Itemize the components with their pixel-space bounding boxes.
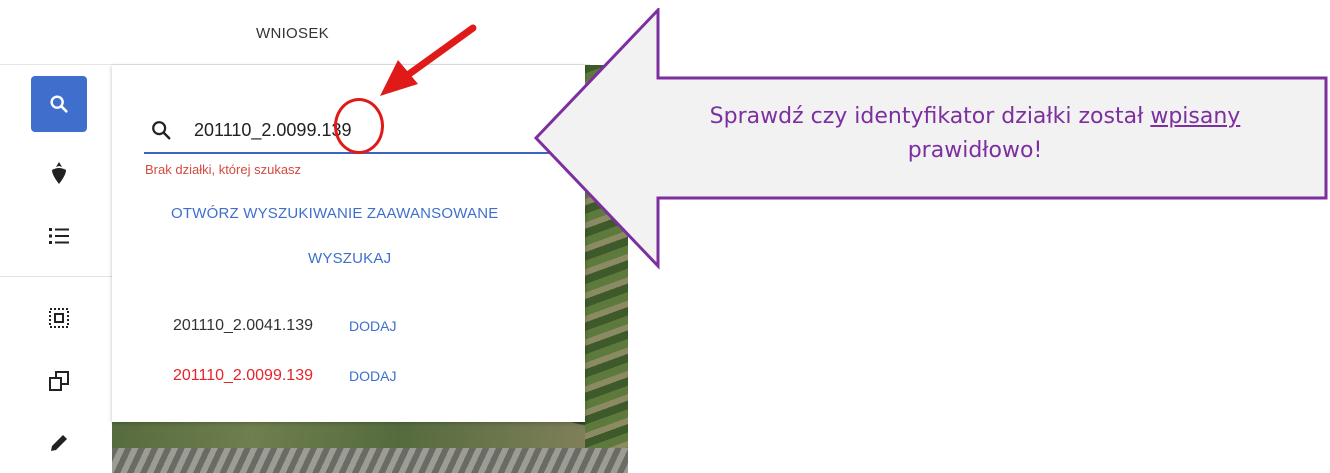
annotation-arrow [380,24,477,96]
select-area-icon [49,308,69,328]
sidebar-list-button[interactable] [31,208,87,264]
sidebar-edit-button[interactable] [31,415,87,471]
add-result-button[interactable]: DODAJ [349,318,396,334]
sidebar-search-button[interactable] [31,76,87,132]
search-icon [50,95,68,113]
sidebar-divider [0,276,112,277]
sidebar-copy-button[interactable] [31,353,87,409]
sidebar-crops-button[interactable] [31,145,87,201]
search-icon [152,121,171,140]
page-title: WNIOSEK [256,25,329,42]
pencil-icon [51,435,67,451]
copy-icon [49,371,69,391]
result-id-highlighted: 201110_2.0099.139 [173,367,313,384]
callout-text-part1: Sprawdź czy identyfikator działki został [709,104,1151,129]
map-bottom-strip[interactable] [112,448,628,473]
callout-text-underlined: wpisany [1150,104,1241,129]
advanced-search-button[interactable]: OTWÓRZ WYSZUKIWANIE ZAAWANSOWANE [171,205,499,222]
callout-text: Sprawdź czy identyfikator działki został… [630,100,1320,168]
sidebar [0,65,112,473]
sidebar-select-area-button[interactable] [31,290,87,346]
add-result-button[interactable]: DODAJ [349,368,396,384]
annotation-circle [334,98,384,154]
list-icon [49,228,69,244]
callout-text-part2: prawidłowo! [907,138,1043,163]
search-input[interactable] [194,115,584,145]
result-id: 201110_2.0041.139 [173,317,313,334]
beet-icon [52,162,66,184]
search-button[interactable]: WYSZUKAJ [308,250,391,267]
search-error-message: Brak działki, której szukasz [145,162,302,177]
